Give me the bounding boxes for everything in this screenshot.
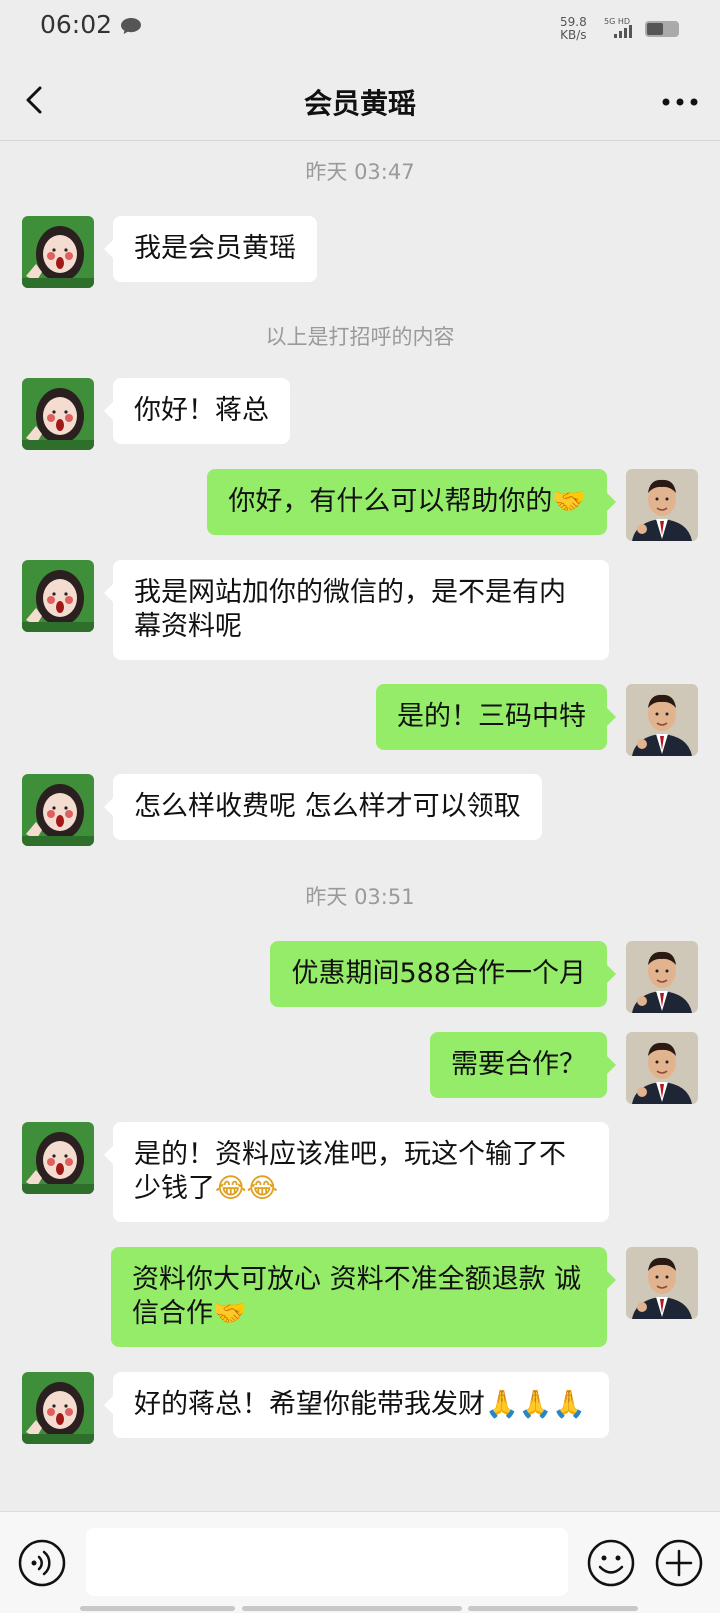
contact-avatar[interactable] — [22, 1372, 94, 1444]
message-text: 优惠期间588合作一个月 — [291, 958, 586, 989]
network-speed: 59.8 KB/s — [560, 16, 587, 42]
my-avatar[interactable] — [626, 684, 698, 756]
cartoon-girl-avatar-icon — [22, 1372, 94, 1444]
message-bubble-outgoing[interactable]: 资料你大可放心 资料不准全额退款 诚信合作🤝 — [111, 1247, 616, 1347]
my-avatar[interactable] — [626, 1032, 698, 1104]
message-text: 是的！三码中特 — [397, 701, 586, 732]
voice-icon[interactable] — [17, 1538, 67, 1588]
status-time: 06:02 — [40, 10, 113, 39]
nav-indicator — [242, 1606, 462, 1611]
cartoon-girl-avatar-icon — [22, 560, 94, 632]
emoji-face-icon[interactable] — [586, 1538, 636, 1588]
chat-title: 会员黄瑶 — [303, 87, 416, 120]
message-bubble-outgoing[interactable]: 优惠期间588合作一个月 — [270, 941, 616, 1007]
message-text: 我是会员黄瑶 — [134, 233, 296, 264]
message-text: 需要合作？ — [451, 1049, 586, 1080]
message-bubble-outgoing[interactable]: 你好，有什么可以帮助你的🤝 — [207, 469, 616, 535]
message-bubble-outgoing[interactable]: 是的！三码中特 — [376, 684, 616, 750]
input-bar — [0, 1511, 720, 1613]
cartoon-girl-avatar-icon — [22, 216, 94, 288]
message-text: 你好！蒋总 — [134, 395, 269, 426]
handshake-emoji: 🤝 — [552, 486, 586, 517]
status-bar: 06:02 59.8 KB/s 5G HD — [0, 0, 720, 60]
chat-notification-icon — [121, 18, 141, 34]
message-text: 我是网站加你的微信的，是不是有内幕资料呢 — [134, 577, 566, 642]
nav-indicator — [80, 1606, 235, 1611]
my-avatar[interactable] — [626, 1247, 698, 1319]
more-dots-icon[interactable] — [660, 96, 700, 108]
message-text: 好的蒋总！希望你能带我发财 — [134, 1389, 485, 1420]
contact-avatar[interactable] — [22, 378, 94, 450]
message-bubble-incoming[interactable]: 我是网站加你的微信的，是不是有内幕资料呢 — [104, 560, 609, 660]
message-bubble-incoming[interactable]: 好的蒋总！希望你能带我发财🙏🙏🙏 — [104, 1372, 609, 1438]
message-bubble-incoming[interactable]: 我是会员黄瑶 — [104, 216, 317, 282]
message-bubble-outgoing[interactable]: 需要合作？ — [430, 1032, 616, 1098]
laughing-emoji: 😂😂 — [215, 1173, 279, 1204]
nav-indicator — [468, 1606, 638, 1611]
man-in-suit-avatar-icon — [626, 684, 698, 756]
contact-avatar[interactable] — [22, 216, 94, 288]
message-text: 是的！资料应该准吧，玩这个输了不少钱了 — [134, 1139, 566, 1204]
contact-avatar[interactable] — [22, 1122, 94, 1194]
nav-bar: 会员黄瑶 — [0, 60, 720, 141]
man-in-suit-avatar-icon — [626, 941, 698, 1013]
pray-emoji: 🙏🙏🙏 — [485, 1389, 586, 1420]
contact-avatar[interactable] — [22, 560, 94, 632]
signal-icon: 5G HD — [604, 17, 632, 38]
cartoon-girl-avatar-icon — [22, 378, 94, 450]
my-avatar[interactable] — [626, 941, 698, 1013]
man-in-suit-avatar-icon — [626, 1247, 698, 1319]
network-type: 5G HD — [604, 17, 630, 26]
message-input[interactable] — [86, 1528, 568, 1596]
man-in-suit-avatar-icon — [626, 1032, 698, 1104]
chat-list[interactable]: 昨天 03:47 我是会员黄瑶 以上是打招呼的内容 你好！蒋总 你好，有什么可以… — [0, 141, 720, 1511]
cartoon-girl-avatar-icon — [22, 1122, 94, 1194]
timestamp: 昨天 03:47 — [305, 160, 415, 184]
message-bubble-incoming[interactable]: 你好！蒋总 — [104, 378, 290, 444]
message-bubble-incoming[interactable]: 怎么样收费呢 怎么样才可以领取 — [104, 774, 542, 840]
contact-avatar[interactable] — [22, 774, 94, 846]
network-speed-unit: KB/s — [560, 28, 587, 42]
message-text: 怎么样收费呢 怎么样才可以领取 — [134, 791, 521, 822]
handshake-emoji: 🤝 — [213, 1298, 247, 1329]
timestamp: 昨天 03:51 — [305, 885, 415, 909]
man-in-suit-avatar-icon — [626, 469, 698, 541]
message-text: 资料你大可放心 资料不准全额退款 诚信合作 — [132, 1264, 582, 1329]
message-bubble-incoming[interactable]: 是的！资料应该准吧，玩这个输了不少钱了😂😂 — [104, 1122, 609, 1222]
message-text: 你好，有什么可以帮助你的 — [228, 486, 553, 517]
cartoon-girl-avatar-icon — [22, 774, 94, 846]
plus-icon[interactable] — [654, 1538, 704, 1588]
battery-icon — [645, 21, 679, 37]
my-avatar[interactable] — [626, 469, 698, 541]
system-notice: 以上是打招呼的内容 — [265, 325, 455, 349]
